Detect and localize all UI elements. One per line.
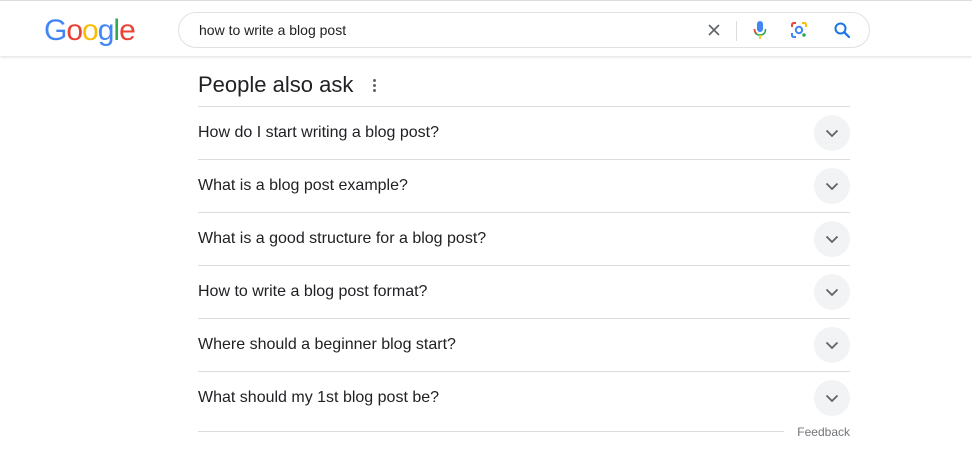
paa-question-text: What is a good structure for a blog post… xyxy=(198,230,487,247)
logo-letter: g xyxy=(97,14,115,47)
microphone-icon[interactable] xyxy=(748,18,772,42)
paa-question-text: Where should a beginner blog start? xyxy=(198,336,456,353)
logo-letter: e xyxy=(119,14,136,47)
google-logo[interactable]: Google xyxy=(44,13,136,49)
google-lens-icon[interactable] xyxy=(787,18,811,42)
paa-header: People also ask xyxy=(198,64,850,106)
paa-list: How do I start writing a blog post? What… xyxy=(198,106,850,424)
clear-icon[interactable] xyxy=(702,18,726,42)
more-options-icon[interactable] xyxy=(369,75,379,95)
paa-question[interactable]: What is a good structure for a blog post… xyxy=(198,213,850,266)
chevron-down-icon[interactable] xyxy=(814,221,850,257)
search-icon[interactable] xyxy=(830,18,854,42)
paa-question[interactable]: What should my 1st blog post be? xyxy=(198,372,850,424)
chevron-down-icon[interactable] xyxy=(814,168,850,204)
top-bar: Google xyxy=(0,0,972,56)
paa-question-text: How to write a blog post format? xyxy=(198,283,428,300)
paa-question[interactable]: Where should a beginner blog start? xyxy=(198,319,850,372)
logo-letter: o xyxy=(82,14,99,47)
people-also-ask: People also ask How do I start writing a… xyxy=(198,64,850,454)
paa-question-text: What is a blog post example? xyxy=(198,177,408,194)
paa-question[interactable]: How to write a blog post format? xyxy=(198,266,850,319)
paa-question-text: What should my 1st blog post be? xyxy=(198,389,440,406)
paa-footer: Feedback xyxy=(198,424,850,454)
paa-title: People also ask xyxy=(198,72,354,97)
logo-letter: o xyxy=(66,14,83,47)
chevron-down-icon[interactable] xyxy=(814,380,850,416)
search-input[interactable] xyxy=(199,13,679,47)
feedback-link[interactable]: Feedback xyxy=(797,424,850,440)
paa-question[interactable]: How do I start writing a blog post? xyxy=(198,107,850,160)
search-divider xyxy=(736,21,737,41)
divider xyxy=(198,431,784,432)
paa-question[interactable]: What is a blog post example? xyxy=(198,160,850,213)
logo-letter: G xyxy=(44,14,67,47)
chevron-down-icon[interactable] xyxy=(814,327,850,363)
search-box xyxy=(178,12,870,48)
chevron-down-icon[interactable] xyxy=(814,115,850,151)
paa-question-text: How do I start writing a blog post? xyxy=(198,124,440,141)
chevron-down-icon[interactable] xyxy=(814,274,850,310)
